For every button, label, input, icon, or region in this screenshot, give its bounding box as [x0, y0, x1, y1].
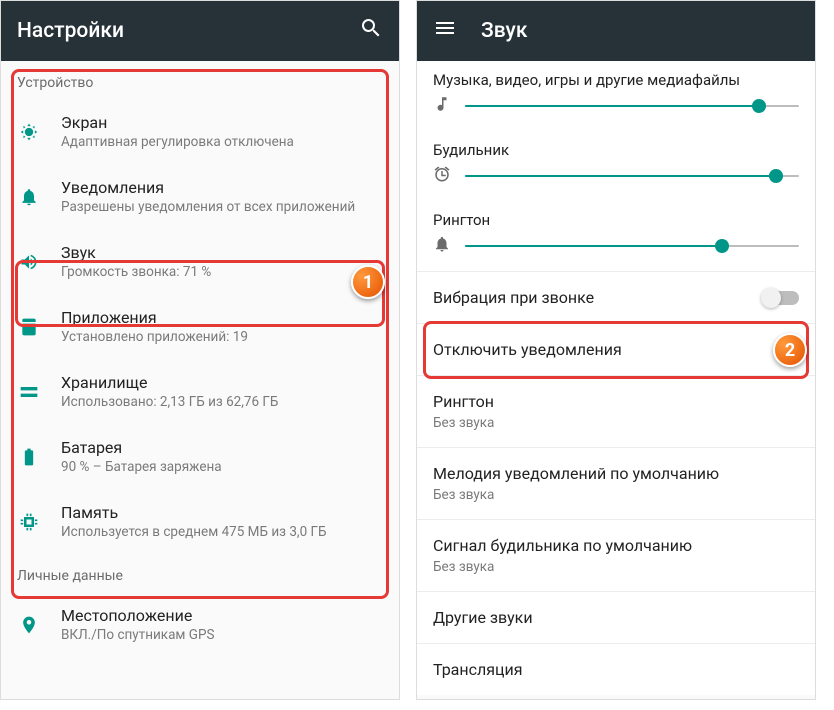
- row-battery-title: Батарея: [61, 438, 383, 457]
- slider-alarm: Будильник: [417, 131, 815, 201]
- row-other-title: Другие звуки: [433, 608, 533, 627]
- row-storage[interactable]: Хранилище Использовано: 2,13 ГБ из 62,76…: [1, 359, 399, 424]
- slider-alarm-label: Будильник: [433, 141, 799, 159]
- left-appbar-title: Настройки: [17, 19, 335, 43]
- row-memory-sub: Используется в среднем 475 МБ из 3,0 ГБ: [61, 524, 383, 540]
- slider-media: Музыка, видео, игры и другие медиафайлы: [417, 61, 815, 131]
- row-disable-notifications[interactable]: Отключить уведомления: [417, 324, 815, 375]
- row-notif-melody[interactable]: Мелодия уведомлений по умолчанию Без зву…: [417, 448, 815, 519]
- row-alarmsig-title: Сигнал будильника по умолчанию: [433, 536, 692, 555]
- menu-icon[interactable]: [433, 16, 457, 46]
- row-apps-title: Приложения: [61, 308, 383, 327]
- right-appbar-title: Звук: [481, 19, 799, 43]
- location-icon: [17, 615, 41, 635]
- storage-icon: [17, 382, 41, 402]
- row-display[interactable]: Экран Адаптивная регулировка отключена: [1, 99, 399, 164]
- row-notifmel-title: Мелодия уведомлений по умолчанию: [433, 464, 719, 483]
- step-badge-2: 2: [773, 333, 807, 367]
- row-location[interactable]: Местоположение ВКЛ./По спутникам GPS: [1, 592, 399, 657]
- row-battery[interactable]: Батарея 90 % – Батарея заряжена: [1, 424, 399, 489]
- music-note-icon: [433, 95, 451, 117]
- settings-pane: Настройки Устройство Экран Адаптивная ре…: [0, 0, 400, 700]
- slider-ring-label: Рингтон: [433, 211, 799, 229]
- row-disable-title: Отключить уведомления: [433, 340, 622, 359]
- row-memory[interactable]: Память Используется в среднем 475 МБ из …: [1, 489, 399, 554]
- left-content: Устройство Экран Адаптивная регулировка …: [1, 61, 399, 657]
- alarm-icon: [433, 165, 451, 187]
- battery-icon: [17, 447, 41, 467]
- search-icon[interactable]: [359, 16, 383, 46]
- row-battery-sub: 90 % – Батарея заряжена: [61, 459, 383, 475]
- memory-icon: [17, 512, 41, 532]
- slider-ring: Рингтон: [417, 201, 815, 271]
- row-sound-title: Звук: [61, 243, 383, 262]
- row-display-title: Экран: [61, 113, 383, 132]
- slider-media-label: Музыка, видео, игры и другие медиафайлы: [433, 71, 799, 89]
- slider-alarm-track[interactable]: [465, 175, 799, 177]
- row-display-sub: Адаптивная регулировка отключена: [61, 134, 383, 150]
- step-badge-1: 1: [351, 265, 385, 299]
- right-content: Музыка, видео, игры и другие медиафайлы …: [417, 61, 815, 695]
- bell-icon: [17, 187, 41, 207]
- row-storage-sub: Использовано: 2,13 ГБ из 62,76 ГБ: [61, 394, 383, 410]
- row-vibrate[interactable]: Вибрация при звонке: [417, 272, 815, 323]
- brightness-icon: [17, 122, 41, 142]
- bell-solid-icon: [433, 235, 451, 257]
- slider-ring-track[interactable]: [465, 245, 799, 247]
- volume-icon: [17, 252, 41, 272]
- row-cast[interactable]: Трансляция: [417, 644, 815, 695]
- right-appbar: Звук: [417, 1, 815, 61]
- section-device: Устройство: [1, 61, 399, 99]
- row-sound[interactable]: Звук Громкость звонка: 71 %: [1, 229, 399, 294]
- row-storage-title: Хранилище: [61, 373, 383, 392]
- row-ringtone-title: Рингтон: [433, 392, 494, 411]
- row-notifmel-sub: Без звука: [433, 487, 719, 503]
- slider-media-track[interactable]: [465, 105, 799, 107]
- section-personal: Личные данные: [1, 554, 399, 592]
- row-apps-sub: Установлено приложений: 19: [61, 329, 383, 345]
- row-alarmsig-sub: Без звука: [433, 559, 692, 575]
- row-vibrate-title: Вибрация при звонке: [433, 288, 594, 307]
- row-location-title: Местоположение: [61, 606, 383, 625]
- row-notifications[interactable]: Уведомления Разрешены уведомления от все…: [1, 164, 399, 229]
- row-memory-title: Память: [61, 503, 383, 522]
- row-cast-title: Трансляция: [433, 660, 523, 679]
- row-sound-sub: Громкость звонка: 71 %: [61, 264, 383, 280]
- left-appbar: Настройки: [1, 1, 399, 61]
- row-notifications-title: Уведомления: [61, 178, 383, 197]
- row-ringtone-sub: Без звука: [433, 415, 494, 431]
- row-alarm-signal[interactable]: Сигнал будильника по умолчанию Без звука: [417, 520, 815, 591]
- row-apps[interactable]: Приложения Установлено приложений: 19: [1, 294, 399, 359]
- row-notifications-sub: Разрешены уведомления от всех приложений: [61, 199, 383, 215]
- row-ringtone[interactable]: Рингтон Без звука: [417, 376, 815, 447]
- sound-pane: Звук Музыка, видео, игры и другие медиаф…: [416, 0, 816, 700]
- apps-icon: [17, 317, 41, 337]
- row-other-sounds[interactable]: Другие звуки: [417, 592, 815, 643]
- row-location-sub: ВКЛ./По спутникам GPS: [61, 627, 383, 643]
- vibrate-switch[interactable]: [763, 291, 799, 305]
